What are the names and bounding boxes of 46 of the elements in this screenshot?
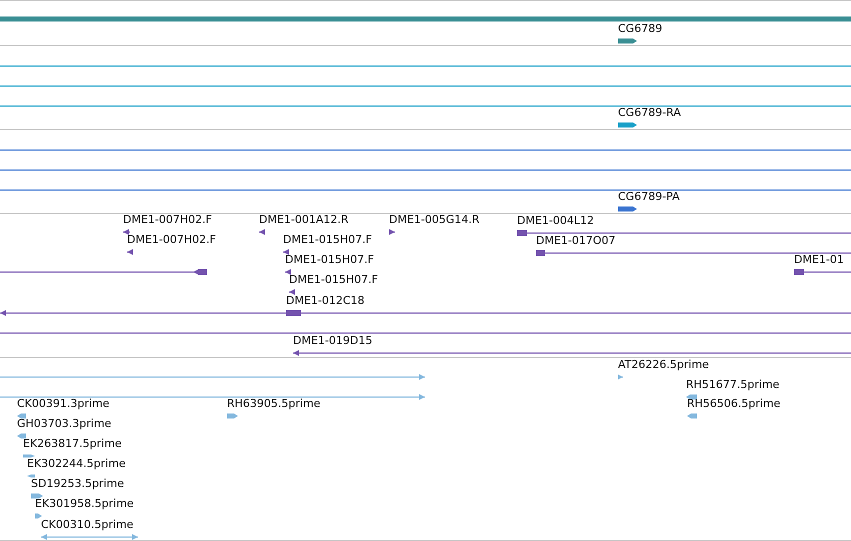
feature-glyph (285, 268, 291, 276)
feature-glyph (794, 268, 851, 276)
feature-label: CG6789-RA (618, 106, 681, 120)
feature-label: GH03703.3prime (17, 417, 112, 431)
feature-glyph (259, 228, 265, 236)
feature-glyph (27, 472, 35, 480)
feature-label: DME1-005G14.R (389, 213, 480, 227)
feature-glyph (283, 248, 289, 256)
feature-label: EK263817.5prime (23, 437, 122, 451)
feature-glyph (227, 412, 238, 420)
feature-label: EK301958.5prime (35, 497, 134, 511)
feature-glyph (17, 432, 26, 440)
feature-glyph (23, 452, 35, 460)
feature-label: CK00310.5prime (41, 518, 134, 532)
feature-glyph (618, 373, 623, 381)
feature-glyph (687, 412, 697, 420)
feature-label: EK302244.5prime (27, 457, 126, 471)
feature-label: DME1-015H07.F (285, 253, 374, 267)
feature-glyph (31, 492, 43, 500)
feature-label: CG6789 (618, 22, 662, 36)
feature-glyph (618, 37, 637, 45)
feature-label: CK00391.3prime (17, 397, 110, 411)
feature-glyph (17, 412, 26, 420)
feature-label: DME1-001A12.R (259, 213, 349, 227)
feature-label: DME1-015H07.F (283, 233, 372, 247)
feature-label: DME1-012C18 (286, 294, 365, 308)
feature-label: RH51677.5prime (686, 378, 780, 392)
feature-glyph (618, 121, 637, 129)
feature-label: DME1-019D15 (293, 334, 372, 348)
feature-label: DME1-015H07.F (289, 273, 378, 287)
feature-label: DME1-007H02.F (127, 233, 216, 247)
feature-label: AT26226.5prime (618, 358, 709, 372)
feature-label: CG6789-PA (618, 190, 680, 204)
feature-glyph (35, 512, 42, 520)
feature-glyph (289, 288, 295, 296)
feature-label: DME1-004L12 (517, 214, 594, 228)
feature-label: DME1-017O07 (536, 234, 616, 248)
feature-label: RH63905.5prime (227, 397, 320, 411)
feature-label: RH56506.5prime (687, 397, 780, 411)
feature-glyph (123, 228, 130, 236)
feature-label: SD19253.5prime (31, 477, 124, 491)
feature-glyph (127, 248, 133, 256)
feature-label: DME1-01 (794, 253, 844, 267)
feature-glyph (618, 205, 637, 213)
feature-label: DME1-007H02.F (123, 213, 212, 227)
feature-glyph (389, 228, 395, 236)
